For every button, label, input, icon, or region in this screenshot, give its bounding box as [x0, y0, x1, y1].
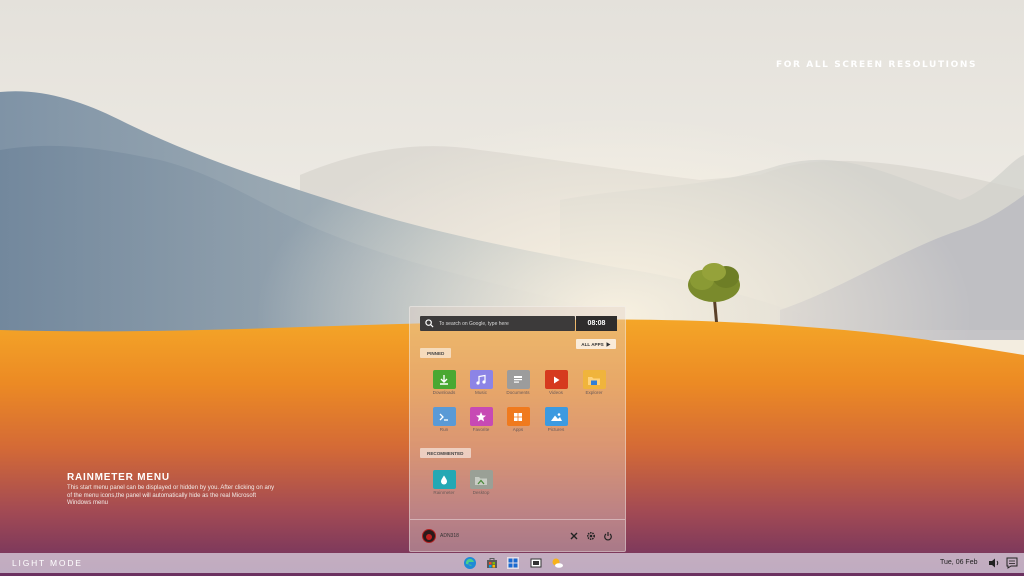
terminal-icon — [432, 407, 456, 426]
all-apps-button[interactable]: ALL APPS — [576, 339, 616, 349]
start-menu-panel: To search on Google, type here 08:08 ALL… — [409, 306, 626, 552]
picture-icon — [544, 407, 568, 426]
taskbar: LIGHT MODE Tue, 06 Feb — [0, 553, 1024, 573]
power-icon[interactable] — [603, 531, 613, 541]
promo-text: FOR ALL SCREEN RESOLUTIONS — [776, 60, 978, 70]
store-icon[interactable] — [485, 556, 499, 570]
app-label: Desktop — [472, 490, 490, 495]
app-pictures[interactable]: Pictures — [538, 407, 574, 432]
search-bar[interactable]: To search on Google, type here — [420, 316, 575, 331]
app-label: Videos — [549, 390, 563, 395]
taskbar-date[interactable]: Tue, 06 Feb — [940, 559, 978, 566]
start-menu-footer: ADN318 — [410, 519, 625, 551]
desktop-folder-icon — [469, 470, 493, 489]
tools-icon[interactable] — [569, 531, 579, 541]
app-music[interactable]: Music — [463, 370, 499, 395]
windows-icon — [506, 407, 530, 426]
light-mode-label[interactable]: LIGHT MODE — [12, 558, 83, 568]
weather-icon[interactable] — [550, 556, 564, 570]
all-apps-label: ALL APPS — [581, 341, 604, 347]
rainmeter-description: This start menu panel can be displayed o… — [67, 485, 275, 507]
app-apps[interactable]: Apps — [500, 407, 536, 432]
play-icon — [544, 370, 568, 389]
gear-icon[interactable] — [586, 531, 596, 541]
app-run[interactable]: Run — [426, 407, 462, 432]
app-label: Favorite — [472, 427, 490, 432]
app-desktop[interactable]: Desktop — [463, 470, 499, 495]
pinned-label: PINNED — [420, 348, 452, 358]
app-label: Pictures — [547, 427, 565, 432]
app-label: Downloads — [432, 390, 456, 395]
app-documents[interactable]: Documents — [500, 370, 536, 395]
edge-icon[interactable] — [463, 556, 477, 570]
search-icon — [425, 319, 434, 328]
search-placeholder: To search on Google, type here — [439, 320, 509, 327]
music-note-icon — [469, 370, 493, 389]
app-rainmeter[interactable]: Rainmeter — [426, 470, 462, 495]
app-label: Apps — [512, 427, 524, 432]
app-label: Explorer — [585, 390, 603, 395]
app-videos[interactable]: Videos — [538, 370, 574, 395]
folder-icon — [582, 370, 606, 389]
app-label: Documents — [506, 390, 530, 395]
app-label: Run — [439, 427, 449, 432]
task-view-icon[interactable] — [529, 556, 543, 570]
app-label: Rainmeter — [433, 490, 455, 495]
drop-icon — [432, 470, 456, 489]
app-downloads[interactable]: Downloads — [426, 370, 462, 395]
document-icon — [506, 370, 530, 389]
recommended-label: RECOMMENTED — [420, 448, 471, 458]
star-icon — [469, 407, 493, 426]
app-explorer[interactable]: Explorer — [576, 370, 612, 395]
start-icon[interactable] — [506, 556, 520, 570]
app-label: Music — [475, 390, 487, 395]
play-arrow-icon — [606, 341, 611, 347]
rainmeter-title: RAINMETER MENU — [67, 472, 170, 483]
download-icon — [432, 370, 456, 389]
volume-icon[interactable] — [987, 556, 1001, 570]
avatar[interactable] — [422, 529, 436, 543]
notification-icon[interactable] — [1005, 556, 1019, 570]
username: ADN318 — [440, 533, 459, 539]
clock: 08:08 — [576, 316, 617, 331]
app-favorite[interactable]: Favorite — [463, 407, 499, 432]
